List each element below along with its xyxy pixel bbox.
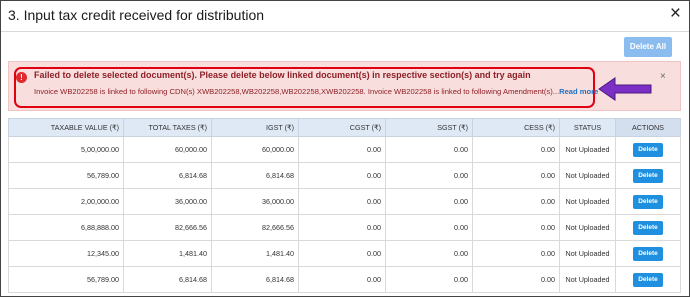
cell-sgst: 0.00 xyxy=(385,214,473,241)
cell-total-taxes: 6,814.68 xyxy=(123,266,212,293)
cell-cgst: 0.00 xyxy=(298,214,386,241)
read-more-link[interactable]: Read more xyxy=(559,87,598,96)
cell-cess: 0.00 xyxy=(472,136,560,163)
col-header-cgst[interactable]: CGST (₹) xyxy=(298,118,386,137)
cell-cess: 0.00 xyxy=(472,214,560,241)
cell-total-taxes: 36,000.00 xyxy=(123,188,212,215)
cell-total-taxes: 1,481.40 xyxy=(123,240,212,267)
delete-button[interactable]: Delete xyxy=(633,194,663,209)
cell-taxable-value: 5,00,000.00 xyxy=(8,136,124,163)
table-row: 6,88,888.00 82,666.56 82,666.56 0.00 0.0… xyxy=(8,214,681,241)
table-row: 56,789.00 6,814.68 6,814.68 0.00 0.00 0.… xyxy=(8,162,681,189)
cell-taxable-value: 12,345.00 xyxy=(8,240,124,267)
cell-cess: 0.00 xyxy=(472,266,560,293)
cell-taxable-value: 2,00,000.00 xyxy=(8,188,124,215)
modal-title: 3. Input tax credit received for distrib… xyxy=(8,7,265,23)
table-row: 12,345.00 1,481.40 1,481.40 0.00 0.00 0.… xyxy=(8,240,681,267)
cell-igst: 6,814.68 xyxy=(211,266,299,293)
cell-igst: 60,000.00 xyxy=(211,136,299,163)
cell-actions: Delete xyxy=(615,240,681,267)
cell-igst: 36,000.00 xyxy=(211,188,299,215)
delete-button[interactable]: Delete xyxy=(633,246,663,261)
cell-sgst: 0.00 xyxy=(385,162,473,189)
left-arrow-icon xyxy=(598,77,652,101)
cell-cgst: 0.00 xyxy=(298,266,386,293)
col-header-taxable-value[interactable]: TAXABLE VALUE (₹) xyxy=(8,118,124,137)
error-icon: ! xyxy=(16,72,27,83)
delete-button[interactable]: Delete xyxy=(633,220,663,235)
cell-igst: 82,666.56 xyxy=(211,214,299,241)
alert-message-text: Invoice WB202258 is linked to following … xyxy=(34,87,560,96)
cell-cgst: 0.00 xyxy=(298,136,386,163)
delete-button[interactable]: Delete xyxy=(633,142,663,157)
modal-dialog: 3. Input tax credit received for distrib… xyxy=(0,0,690,297)
cell-status: Not Uploaded xyxy=(559,162,616,189)
col-header-cess[interactable]: CESS (₹) xyxy=(472,118,560,137)
col-header-igst[interactable]: IGST (₹) xyxy=(211,118,299,137)
cell-status: Not Uploaded xyxy=(559,188,616,215)
cell-actions: Delete xyxy=(615,136,681,163)
cell-sgst: 0.00 xyxy=(385,136,473,163)
dismiss-alert-icon[interactable]: × xyxy=(660,71,666,82)
cell-status: Not Uploaded xyxy=(559,136,616,163)
col-header-sgst[interactable]: SGST (₹) xyxy=(385,118,473,137)
cell-actions: Delete xyxy=(615,266,681,293)
cell-status: Not Uploaded xyxy=(559,266,616,293)
alert-message: Invoice WB202258 is linked to following … xyxy=(34,87,598,96)
cell-cess: 0.00 xyxy=(472,240,560,267)
cell-cess: 0.00 xyxy=(472,162,560,189)
cell-igst: 1,481.40 xyxy=(211,240,299,267)
table-row: 5,00,000.00 60,000.00 60,000.00 0.00 0.0… xyxy=(8,136,681,163)
delete-button[interactable]: Delete xyxy=(633,168,663,183)
delete-button[interactable]: Delete xyxy=(633,272,663,287)
table-row: 2,00,000.00 36,000.00 36,000.00 0.00 0.0… xyxy=(8,188,681,215)
col-header-actions: ACTIONS xyxy=(615,118,681,137)
cell-total-taxes: 60,000.00 xyxy=(123,136,212,163)
table-header-row: TAXABLE VALUE (₹) TOTAL TAXES (₹) IGST (… xyxy=(8,118,681,137)
modal-header: 3. Input tax credit received for distrib… xyxy=(1,1,689,32)
col-header-status[interactable]: STATUS xyxy=(559,118,616,137)
cell-sgst: 0.00 xyxy=(385,188,473,215)
cell-actions: Delete xyxy=(615,162,681,189)
cell-cgst: 0.00 xyxy=(298,188,386,215)
delete-all-button[interactable]: Delete All xyxy=(624,37,672,57)
cell-actions: Delete xyxy=(615,214,681,241)
cell-sgst: 0.00 xyxy=(385,240,473,267)
cell-status: Not Uploaded xyxy=(559,214,616,241)
cell-taxable-value: 56,789.00 xyxy=(8,162,124,189)
alert-title: Failed to delete selected document(s). P… xyxy=(34,70,531,80)
table-row: 56,789.00 6,814.68 6,814.68 0.00 0.00 0.… xyxy=(8,266,681,293)
cell-status: Not Uploaded xyxy=(559,240,616,267)
cell-total-taxes: 6,814.68 xyxy=(123,162,212,189)
cell-cgst: 0.00 xyxy=(298,162,386,189)
cell-sgst: 0.00 xyxy=(385,266,473,293)
cell-taxable-value: 56,789.00 xyxy=(8,266,124,293)
cell-igst: 6,814.68 xyxy=(211,162,299,189)
documents-table: TAXABLE VALUE (₹) TOTAL TAXES (₹) IGST (… xyxy=(8,118,681,293)
cell-total-taxes: 82,666.56 xyxy=(123,214,212,241)
col-header-total-taxes[interactable]: TOTAL TAXES (₹) xyxy=(123,118,212,137)
cell-cess: 0.00 xyxy=(472,188,560,215)
cell-taxable-value: 6,88,888.00 xyxy=(8,214,124,241)
cell-actions: Delete xyxy=(615,188,681,215)
cell-cgst: 0.00 xyxy=(298,240,386,267)
close-icon[interactable]: × xyxy=(670,4,681,24)
